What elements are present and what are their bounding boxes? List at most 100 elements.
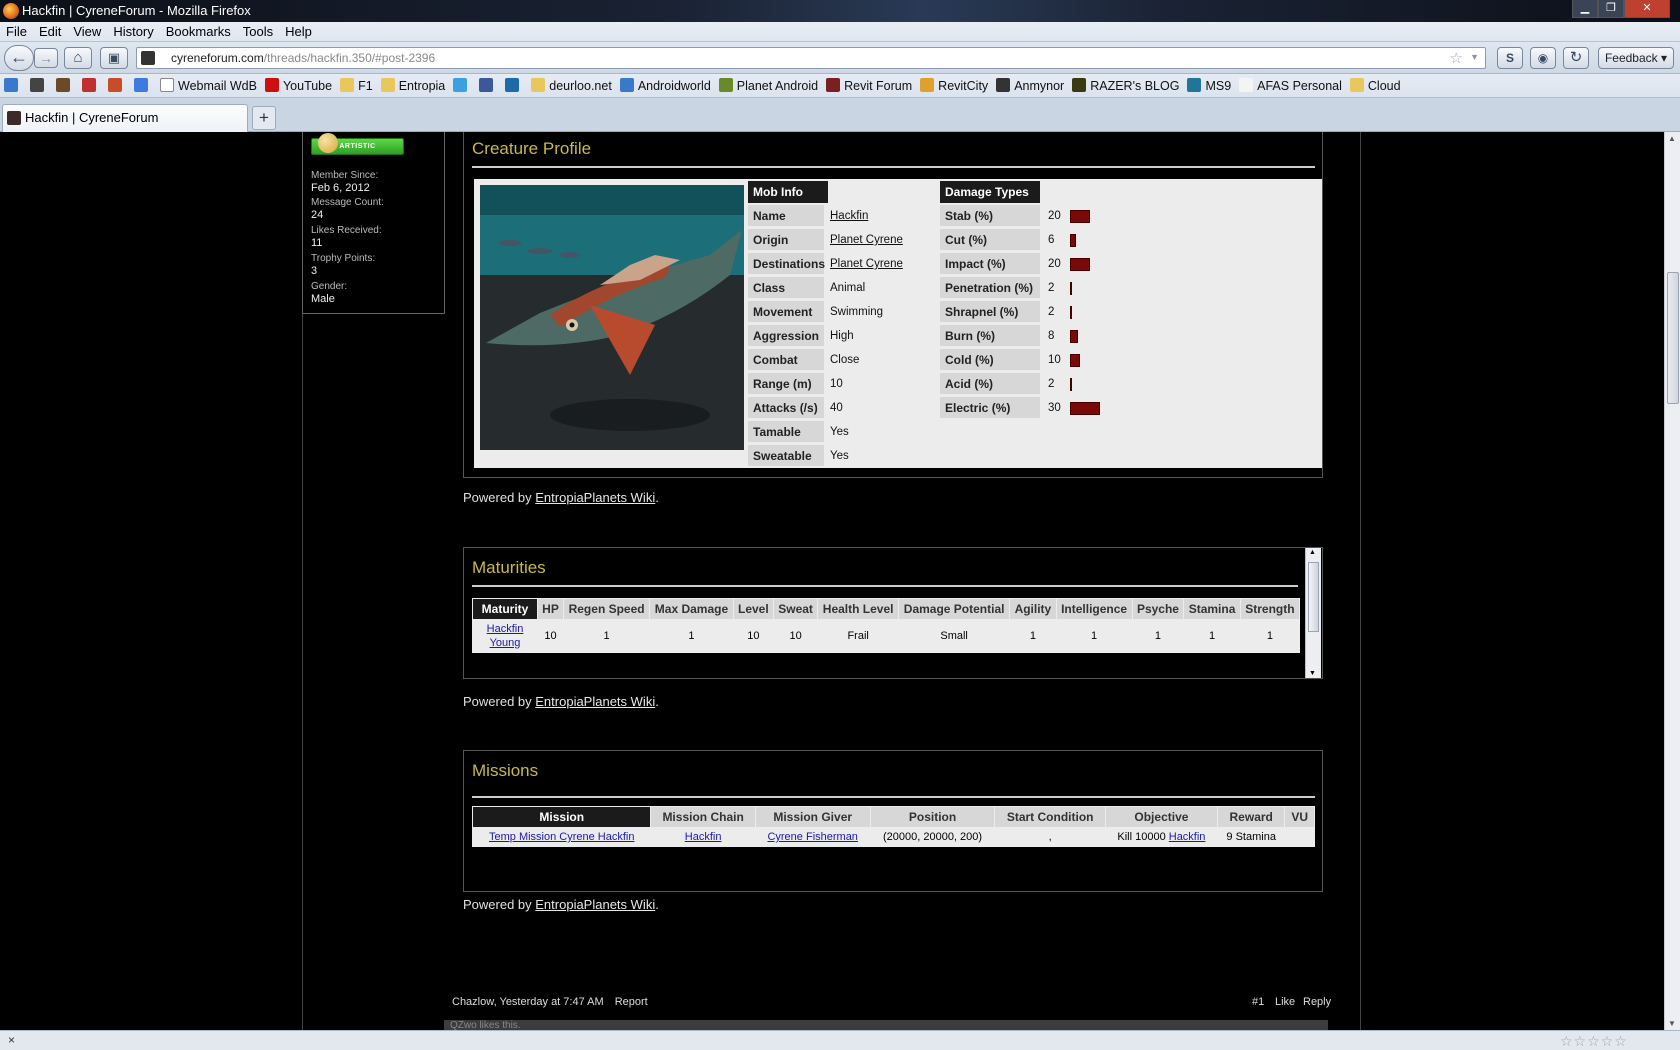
- scroll-up-icon[interactable]: ▲: [1668, 134, 1676, 143]
- bookmark-item[interactable]: RAZER's BLOG: [1068, 74, 1183, 97]
- menu-help[interactable]: Help: [279, 22, 318, 42]
- bookmark-item[interactable]: [26, 74, 52, 97]
- mob-info-link[interactable]: Planet Cyrene: [830, 253, 930, 275]
- mission-giver-link[interactable]: Cyrene Fisherman: [767, 831, 857, 843]
- tab-hackfin[interactable]: Hackfin | CyreneForum: [2, 104, 248, 132]
- maturities-scrollbar[interactable]: ▲ ▼: [1305, 548, 1321, 678]
- mob-info-value: 10: [830, 378, 843, 390]
- menu-history[interactable]: History: [107, 22, 159, 42]
- home-button[interactable]: ⌂: [64, 47, 92, 69]
- bookmark-item[interactable]: Entropia: [377, 74, 450, 97]
- window-title-bar: Hackfin | CyreneForum - Mozilla Firefox …: [0, 0, 1680, 22]
- tab-strip: Hackfin | CyreneForum +: [0, 98, 1680, 132]
- bookmark-label: Anmynor: [1014, 79, 1065, 93]
- bookmark-item[interactable]: RevitCity: [916, 74, 992, 97]
- entropiaplanets-wiki-link[interactable]: EntropiaPlanets Wiki: [535, 490, 655, 505]
- scroll-down-icon[interactable]: ▼: [1309, 670, 1316, 677]
- bookmark-item[interactable]: [52, 74, 78, 97]
- extension-button[interactable]: ◉: [1530, 47, 1556, 69]
- bookmark-item[interactable]: [501, 74, 527, 97]
- bookmark-item[interactable]: AFAS Personal: [1235, 74, 1346, 97]
- new-tab-button[interactable]: +: [252, 106, 276, 130]
- table-cell: 1: [1184, 620, 1240, 652]
- powered-by-line: Powered by EntropiaPlanets Wiki.: [463, 694, 659, 709]
- mission-chain-link[interactable]: Hackfin: [685, 831, 722, 843]
- bookmark-item[interactable]: [0, 74, 26, 97]
- column-header: Psyche: [1132, 599, 1184, 619]
- like-link[interactable]: Like: [1275, 996, 1295, 1008]
- mission-link[interactable]: Temp Mission Cyrene Hackfin: [489, 831, 635, 843]
- bookmark-star-icon[interactable]: ☆: [1450, 49, 1463, 67]
- mob-info-link[interactable]: Hackfin: [830, 205, 930, 227]
- reply-link[interactable]: Reply: [1303, 996, 1331, 1008]
- objective-link[interactable]: Hackfin: [1169, 831, 1206, 843]
- bookmark-item[interactable]: [104, 74, 130, 97]
- entropiaplanets-wiki-link[interactable]: EntropiaPlanets Wiki: [535, 694, 655, 709]
- scroll-up-icon[interactable]: ▲: [1309, 549, 1316, 556]
- bookmark-item[interactable]: [130, 74, 156, 97]
- scroll-down-icon[interactable]: ▼: [1668, 1019, 1676, 1028]
- gender-label: Gender:: [311, 281, 348, 292]
- likes-value: 11: [311, 237, 323, 249]
- menu-view[interactable]: View: [67, 22, 107, 42]
- bookmark-item[interactable]: Cloud: [1346, 74, 1405, 97]
- column-header: Level: [733, 599, 773, 619]
- skype-button[interactable]: S: [1497, 47, 1523, 69]
- bookmark-item[interactable]: Planet Android: [715, 74, 822, 97]
- bookmark-item[interactable]: Anmynor: [992, 74, 1068, 97]
- bookmark-item[interactable]: F1: [336, 74, 377, 97]
- a-icon: [996, 78, 1011, 92]
- post-author-time[interactable]: Chazlow, Yesterday at 7:47 AM: [452, 996, 604, 1008]
- scrollbar-thumb[interactable]: [1667, 272, 1679, 404]
- bookmark-item[interactable]: Revit Forum: [822, 74, 916, 97]
- bookmark-item[interactable]: [475, 74, 501, 97]
- close-icon[interactable]: ×: [8, 1033, 15, 1047]
- feedback-button[interactable]: Feedback ▾: [1598, 47, 1674, 69]
- bookmark-item[interactable]: YouTube: [261, 74, 336, 97]
- bookmark-item[interactable]: MS9: [1183, 74, 1235, 97]
- bookmark-item[interactable]: [449, 74, 475, 97]
- maturities-title: Maturities: [472, 558, 546, 577]
- bookmarks-icon: ▣: [107, 50, 121, 65]
- table-cell: Hackfin Young: [473, 620, 537, 652]
- entropiaplanets-wiki-link[interactable]: EntropiaPlanets Wiki: [535, 897, 655, 912]
- bookmarks-button[interactable]: ▣: [100, 47, 128, 69]
- menu-tools[interactable]: Tools: [237, 22, 279, 42]
- bookmark-label: RAZER's BLOG: [1090, 79, 1180, 93]
- minimize-button[interactable]: ▁: [1572, 0, 1598, 18]
- mob-info-link[interactable]: Planet Cyrene: [830, 229, 930, 251]
- page-scrollbar[interactable]: ▲ ▼: [1664, 132, 1680, 1030]
- maturity-link[interactable]: Hackfin Young: [487, 623, 524, 649]
- bookmark-item[interactable]: [78, 74, 104, 97]
- menu-edit[interactable]: Edit: [33, 22, 67, 42]
- back-button[interactable]: ←: [4, 45, 34, 71]
- reload-button[interactable]: ↻: [1563, 47, 1589, 69]
- damage-type-value: 2: [1048, 306, 1055, 318]
- maximize-button[interactable]: ❐: [1598, 0, 1624, 18]
- url-dropdown-icon[interactable]: ▼: [1470, 52, 1479, 62]
- bookmark-item[interactable]: Webmail WdB: [156, 74, 261, 97]
- scrollbar-thumb[interactable]: [1308, 562, 1319, 632]
- window-title: Hackfin | CyreneForum - Mozilla Firefox: [22, 3, 251, 18]
- menu-file[interactable]: File: [0, 22, 33, 42]
- forward-button[interactable]: →: [34, 48, 58, 68]
- mob-info-label: Destinations: [748, 253, 825, 275]
- damage-bar: [1070, 210, 1090, 223]
- post-number[interactable]: #1: [1252, 996, 1264, 1008]
- rating-stars-icon[interactable]: ☆☆☆☆☆: [1560, 1033, 1628, 1050]
- close-window-button[interactable]: ✕: [1624, 0, 1670, 18]
- damage-bar: [1070, 306, 1072, 319]
- bookmark-item[interactable]: deurloo.net: [527, 74, 616, 97]
- mob-info-label: Movement: [748, 301, 824, 323]
- column-header: Regen Speed: [564, 599, 650, 619]
- mob-info-value: High: [830, 330, 854, 342]
- bookmark-item[interactable]: Androidworld: [616, 74, 715, 97]
- url-text[interactable]: cyreneforum.com/threads/hackfin.350/#pos…: [171, 51, 435, 65]
- menu-bookmarks[interactable]: Bookmarks: [160, 22, 237, 42]
- report-link[interactable]: Report: [615, 996, 648, 1008]
- damage-bar: [1070, 378, 1072, 391]
- table-cell: Small: [899, 620, 1010, 652]
- creature-profile-title: Creature Profile: [472, 139, 592, 158]
- mob-info-label: Origin: [748, 229, 824, 251]
- url-bar[interactable]: cyreneforum.com/threads/hackfin.350/#pos…: [136, 47, 1486, 69]
